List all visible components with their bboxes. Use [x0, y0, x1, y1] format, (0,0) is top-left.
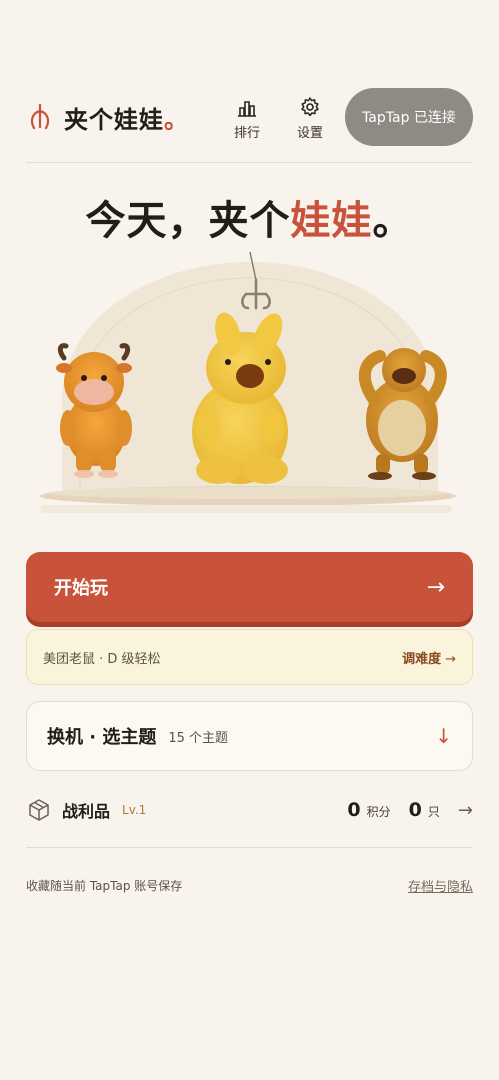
footer-note: 收藏随当前 TapTap 账号保存: [26, 879, 183, 893]
app-title: 夹个娃娃。: [64, 105, 189, 134]
arrow-right-icon: →: [426, 574, 445, 600]
loot-row[interactable]: 战利品 Lv.1 0 积分 0 只 →: [26, 790, 473, 830]
arrow-down-icon: ↓: [435, 724, 452, 748]
loot-stats: 0 积分 0 只 →: [347, 799, 473, 821]
points-unit: 积分: [366, 805, 391, 819]
privacy-link[interactable]: 存档与隐私: [408, 876, 473, 895]
start-play-button[interactable]: 开始玩 →: [26, 552, 473, 622]
settings-label: 设置: [297, 126, 324, 141]
settings-button[interactable]: 设置: [297, 96, 323, 141]
arrow-right-icon: →: [457, 800, 473, 821]
rank-button[interactable]: 排行: [234, 96, 260, 141]
loot-level: Lv.1: [122, 803, 147, 817]
taptap-status-button[interactable]: TapTap 已连接: [345, 88, 473, 146]
loot-divider: [26, 847, 473, 848]
gear-icon: [301, 97, 319, 117]
theme-selector[interactable]: 换机 · 选主题 15 个主题 ↓: [26, 701, 473, 771]
arrow-right-icon: →: [445, 651, 456, 667]
rank-label: 排行: [234, 126, 261, 141]
items-unit: 只: [427, 805, 440, 819]
page-title: 今天，夹个娃娃。: [85, 198, 414, 244]
theme-title: 换机 · 选主题: [47, 727, 157, 748]
box-icon: [29, 799, 49, 821]
difficulty-bar: 美团老鼠 · D 级轻松 调难度 →: [26, 629, 473, 685]
footer: 收藏随当前 TapTap 账号保存 存档与隐私: [26, 876, 473, 895]
difficulty-text: 美团老鼠 · D 级轻松: [43, 651, 161, 667]
claw-machine-stage: [40, 251, 456, 513]
header-divider: [26, 162, 473, 163]
logo: 夹个娃娃。: [26, 100, 189, 135]
bar-chart-icon: [238, 101, 256, 117]
loot-title: 战利品: [62, 802, 111, 821]
claw-icon: [30, 103, 50, 130]
app-header: 夹个娃娃。 排行 设置 TapTap 已连接: [26, 86, 473, 148]
start-play-label: 开始玩: [54, 578, 108, 599]
points-value: 0: [347, 799, 361, 821]
adjust-difficulty-button[interactable]: 调难度 →: [402, 648, 456, 667]
items-value: 0: [408, 799, 422, 821]
theme-count: 15 个主题: [168, 730, 229, 746]
